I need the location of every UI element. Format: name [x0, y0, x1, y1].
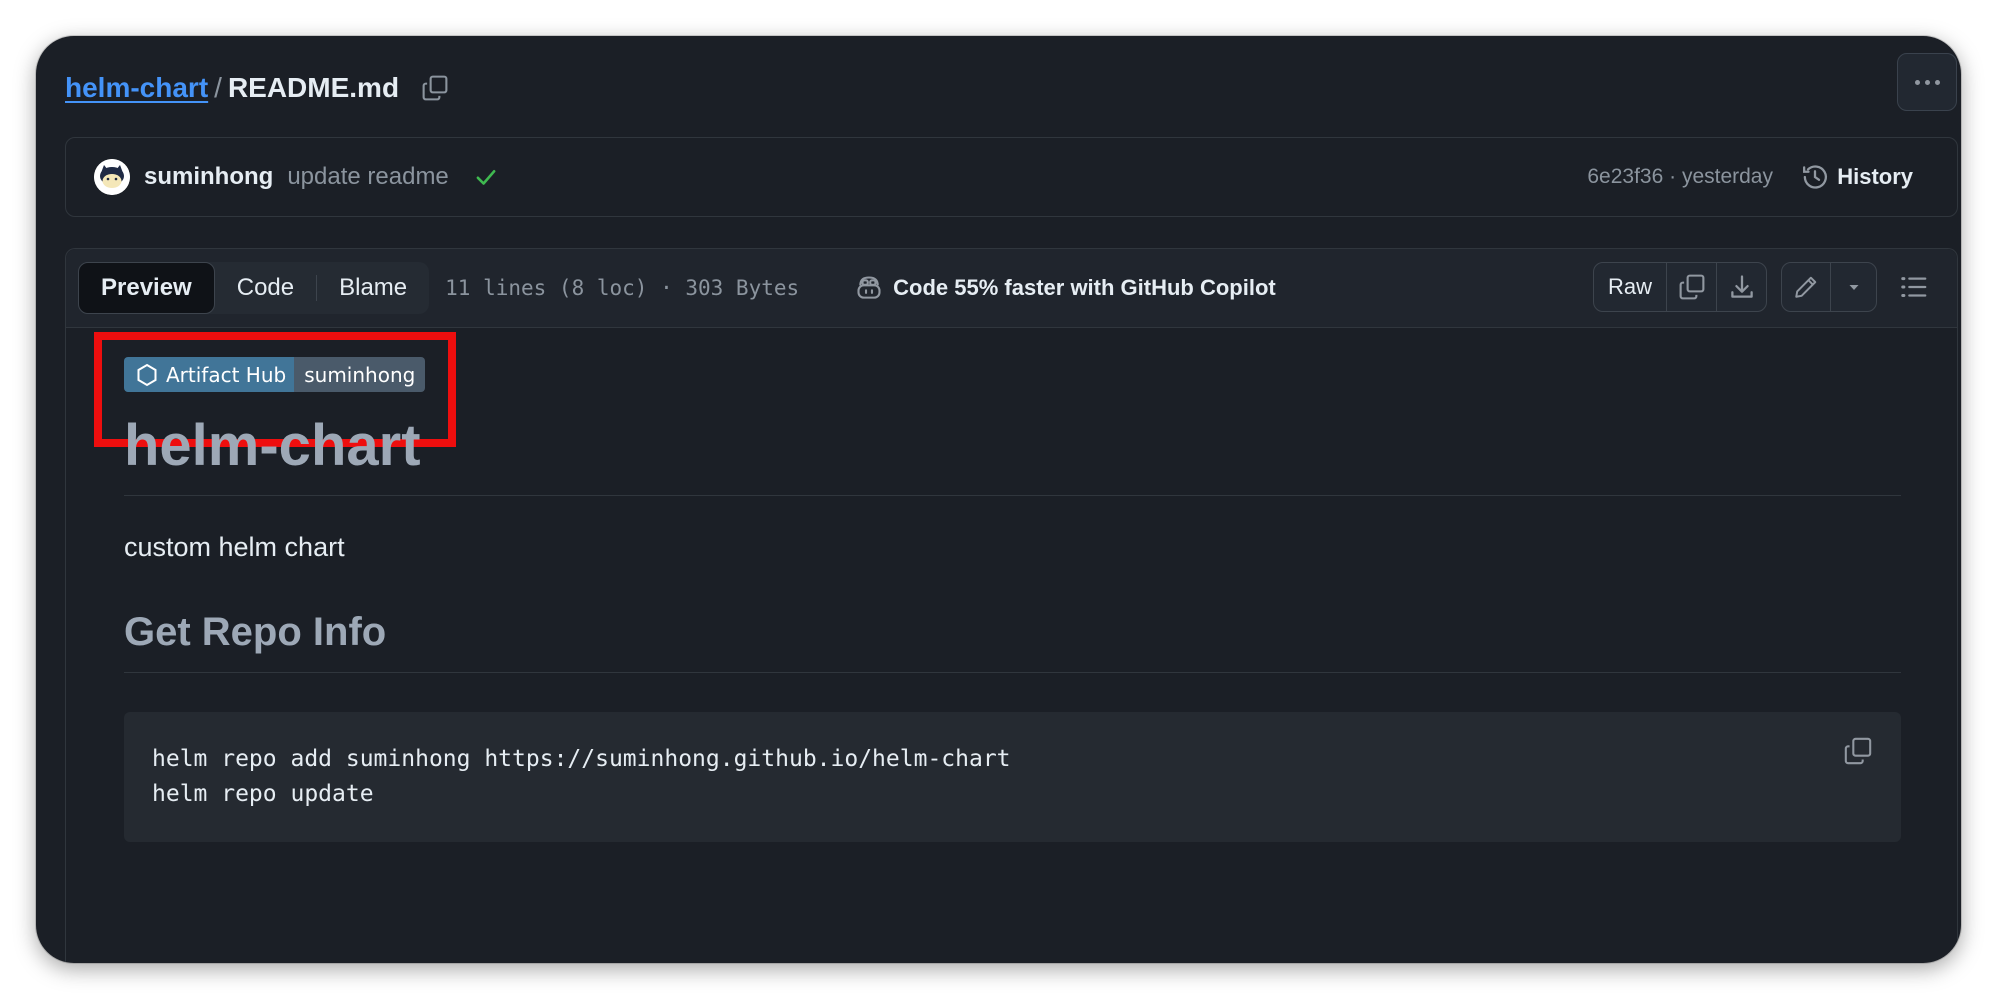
breadcrumb-repo-link[interactable]: helm-chart — [65, 72, 208, 104]
code-block: helm repo add suminhong https://suminhon… — [124, 712, 1901, 842]
edit-group — [1781, 262, 1877, 312]
code-line: helm repo update — [152, 781, 374, 807]
commit-message-link[interactable]: update readme — [287, 163, 448, 191]
code-line: helm repo add suminhong https://suminhon… — [152, 746, 1011, 772]
file-actions: Raw — [1593, 262, 1937, 312]
hexagon-icon — [137, 363, 157, 386]
latest-commit-bar: suminhong update readme 6e23f36 · yester… — [65, 137, 1958, 217]
copilot-label: Code 55% faster with GitHub Copilot — [893, 275, 1276, 300]
copy-raw-button[interactable] — [1666, 263, 1716, 311]
edit-button[interactable] — [1782, 263, 1830, 311]
readme-title: helm-chart — [124, 417, 1901, 496]
github-file-view-window: helm-chart / README.md suminhong update … — [36, 36, 1961, 963]
badge-label: Artifact Hub — [166, 362, 287, 387]
triangle-down-icon — [1849, 285, 1858, 290]
raw-copy-download-group: Raw — [1593, 262, 1767, 312]
artifact-hub-badge[interactable]: Artifact Hub suminhong — [124, 357, 426, 392]
check-icon[interactable] — [473, 164, 499, 190]
raw-button[interactable]: Raw — [1594, 263, 1666, 311]
readme-description: custom helm chart — [124, 532, 345, 562]
pencil-icon — [1795, 276, 1817, 298]
section-heading: Get Repo Info — [124, 612, 1901, 673]
breadcrumb-file-name: README.md — [227, 72, 400, 103]
copy-icon — [1679, 274, 1704, 300]
file-stats: 11 lines (8 loc) · 303 Bytes — [445, 276, 800, 300]
more-options-button[interactable] — [1897, 53, 1957, 111]
list-unordered-icon — [1901, 277, 1927, 297]
breadcrumb: helm-chart / README.md — [65, 64, 449, 112]
tab-blame[interactable]: Blame — [317, 262, 429, 314]
history-icon — [1803, 165, 1828, 189]
download-icon — [1730, 275, 1753, 298]
history-button[interactable]: History — [1801, 163, 1913, 191]
view-mode-segmented-control: Preview Code Blame — [78, 262, 430, 314]
breadcrumb-separator: / — [214, 72, 222, 103]
history-label: History — [1837, 164, 1913, 189]
badge-value: suminhong — [294, 357, 426, 392]
file-viewer: Preview Code Blame 11 lines (8 loc) · 30… — [65, 248, 1958, 963]
copy-path-icon[interactable] — [421, 74, 449, 102]
file-toolbar: Preview Code Blame 11 lines (8 loc) · 30… — [66, 249, 1957, 328]
copilot-promo-link[interactable]: Code 55% faster with GitHub Copilot — [855, 274, 1276, 302]
avatar[interactable] — [94, 159, 130, 195]
tab-code[interactable]: Code — [215, 262, 316, 314]
copy-icon — [1844, 737, 1872, 765]
edit-dropdown-button[interactable] — [1830, 263, 1876, 311]
kebab-horizontal-icon — [1914, 79, 1920, 85]
copy-code-button[interactable] — [1843, 736, 1873, 771]
outline-button[interactable] — [1891, 262, 1937, 312]
commit-hash-and-time[interactable]: 6e23f36 · yesterday — [1587, 165, 1773, 189]
download-button[interactable] — [1716, 263, 1766, 311]
copilot-icon — [857, 276, 881, 299]
tab-preview[interactable]: Preview — [78, 262, 215, 314]
commit-author-link[interactable]: suminhong — [144, 163, 273, 191]
